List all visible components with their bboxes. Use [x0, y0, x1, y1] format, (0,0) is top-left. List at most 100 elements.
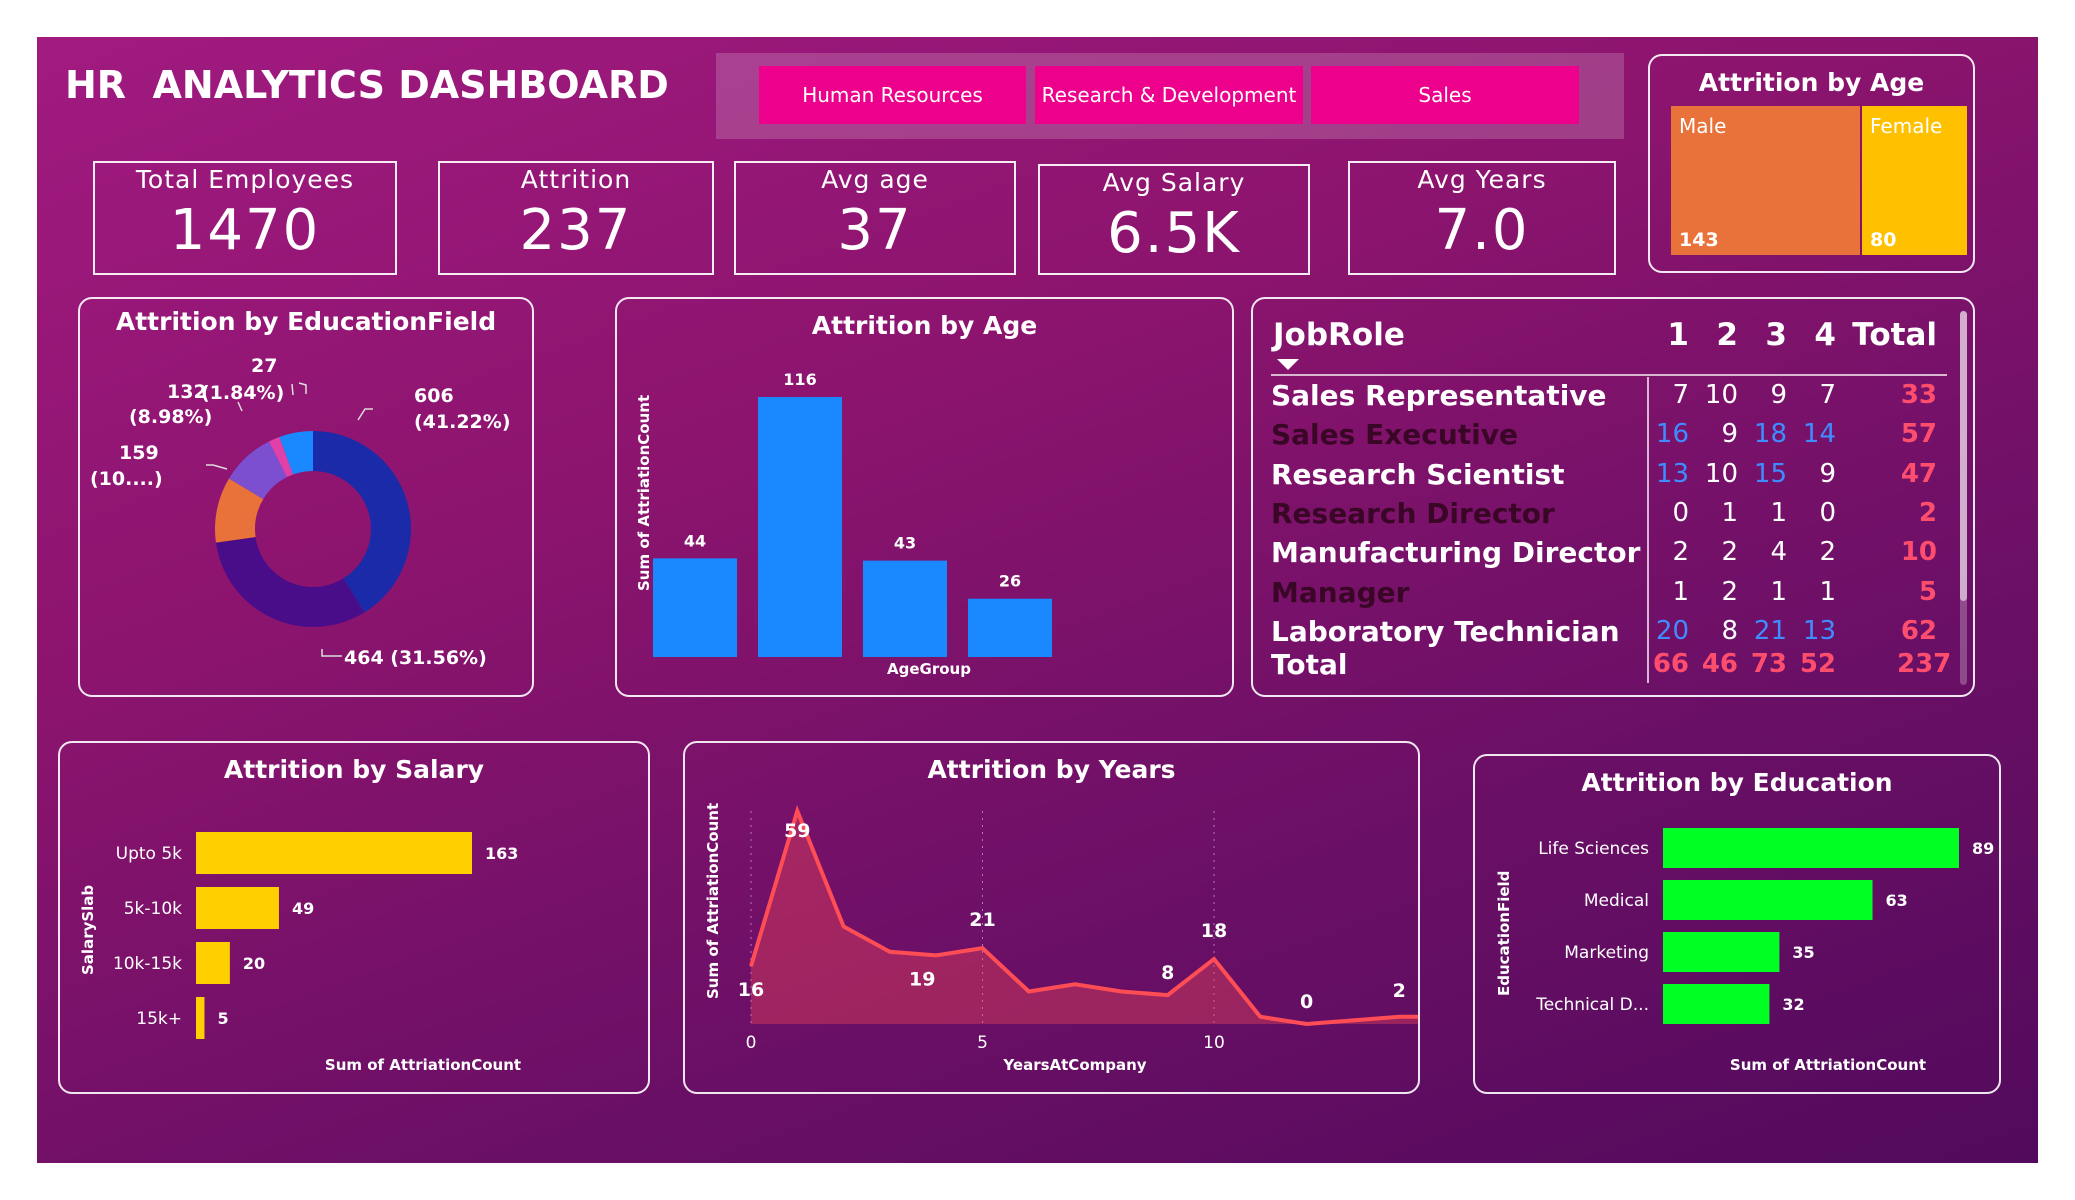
donut-slice[interactable] — [215, 537, 365, 627]
leader-line — [321, 649, 342, 657]
age-bar[interactable] — [758, 397, 842, 657]
kpi-label: Total Employees — [135, 165, 355, 194]
years-data-label: 2 — [1393, 980, 1406, 1002]
matrix-cell: 0 — [1819, 497, 1836, 528]
matrix-row-label[interactable]: Manufacturing Director — [1271, 536, 1640, 569]
years-data-label: 21 — [969, 909, 995, 931]
salary-category-label: 10k-15k — [113, 954, 182, 974]
slicer-button-sales[interactable]: Sales — [1311, 66, 1579, 124]
matrix-row-total: 5 — [1918, 576, 1937, 607]
matrix-row-label[interactable]: Research Director — [1271, 497, 1555, 530]
sort-arrow-icon[interactable] — [1277, 359, 1299, 370]
matrix-cell: 1 — [1819, 576, 1836, 607]
gender-treemap: Male 143 Female 80 — [1671, 106, 1969, 255]
education-value-label: 89 — [1972, 839, 1994, 858]
years-data-label: 0 — [1300, 991, 1313, 1013]
matrix-row-total: 2 — [1918, 497, 1937, 528]
matrix-header-jobrole: JobRole — [1273, 317, 1405, 353]
education-bar-chart: EducationField Sum of AttriationCount Li… — [1495, 828, 1994, 1074]
salary-value-label: 163 — [485, 844, 518, 863]
treemap-tile-label: Male — [1679, 114, 1727, 138]
matrix-total-label: Total — [1271, 648, 1348, 682]
matrix-cell: 2 — [1819, 537, 1836, 568]
education-bar[interactable] — [1663, 828, 1959, 868]
years-area-fill — [751, 811, 1418, 1024]
salary-bar[interactable] — [196, 942, 230, 984]
age-bar-chart: Sum of AttriationCount AgeGroup 44 116 43 2… — [635, 370, 1052, 678]
matrix-cell: 2 — [1721, 576, 1738, 607]
years-data-label: 8 — [1161, 962, 1174, 984]
gender-treemap-title: Attrition by Age — [1698, 68, 1925, 97]
treemap-tile-value: 143 — [1679, 229, 1719, 251]
donut-label: (8.98%) — [129, 406, 212, 428]
kpi-avg-salary: Avg Salary 6.5K — [1038, 164, 1310, 275]
matrix-total-cell: 73 — [1750, 649, 1787, 680]
education-bar[interactable] — [1663, 880, 1873, 920]
education-category-label: Technical D... — [1535, 995, 1649, 1015]
salary-x-axis-title: Sum of AttriationCount — [325, 1056, 521, 1074]
age-bar[interactable] — [968, 598, 1052, 657]
dashboard-canvas: HR ANALYTICS DASHBOARD Human Resources R… — [37, 37, 2038, 1163]
slicer-button-research-development[interactable]: Research & Development — [1035, 66, 1303, 124]
matrix-total-cell: 52 — [1799, 649, 1836, 680]
salary-value-label: 5 — [217, 1009, 228, 1028]
education-y-axis-title: EducationField — [1495, 871, 1513, 996]
matrix-scrollbar[interactable] — [1960, 311, 1967, 685]
salary-bar[interactable] — [196, 997, 205, 1039]
matrix-cell: 9 — [1819, 458, 1836, 489]
salary-bar[interactable] — [196, 832, 472, 874]
salary-category-label: Upto 5k — [116, 844, 183, 864]
jobrole-matrix: JobRole 1 2 3 4 Total Sales Representati… — [1271, 311, 1951, 691]
education-bar[interactable] — [1663, 984, 1770, 1024]
slicer-button-human-resources[interactable]: Human Resources — [759, 66, 1026, 124]
matrix-row-label[interactable]: Sales Executive — [1271, 418, 1518, 451]
age-bar-label: 43 — [894, 534, 916, 553]
education-x-axis-title: Sum of AttriationCount — [1730, 1056, 1926, 1074]
dashboard-title: HR ANALYTICS DASHBOARD — [65, 63, 669, 107]
treemap-tile-female[interactable]: Female 80 — [1862, 106, 1967, 255]
leader-line — [298, 382, 307, 394]
years-y-axis-title: Sum of AttriationCount — [704, 803, 722, 999]
matrix-cell: 21 — [1753, 615, 1787, 646]
matrix-row-label[interactable]: Manager — [1271, 576, 1409, 609]
kpi-label: Attrition — [520, 165, 632, 194]
donut-label: 464 (31.56%) — [344, 647, 487, 669]
matrix-cell: 1 — [1672, 576, 1689, 607]
donut-label: 159 — [119, 442, 159, 464]
years-data-label: 19 — [909, 968, 935, 990]
matrix-total-cell: 237 — [1897, 649, 1952, 680]
treemap-tile-male[interactable]: Male 143 — [1671, 106, 1860, 255]
matrix-cell: 2 — [1672, 537, 1689, 568]
matrix-cell: 1 — [1721, 497, 1738, 528]
years-data-label: 59 — [784, 820, 810, 842]
salary-bar[interactable] — [196, 887, 279, 929]
years-x-axis-title: YearsAtCompany — [1002, 1056, 1146, 1074]
matrix-row-total: 10 — [1900, 537, 1937, 568]
education-category-label: Medical — [1584, 891, 1649, 911]
kpi-value: 6.5K — [1107, 201, 1241, 266]
age-bar[interactable] — [653, 558, 737, 657]
matrix-cell: 15 — [1753, 458, 1787, 489]
leader-line — [291, 383, 294, 396]
matrix-total-cell: 66 — [1652, 649, 1689, 680]
kpi-total-employees: Total Employees 1470 — [93, 161, 397, 275]
matrix-cell: 13 — [1802, 615, 1836, 646]
attrition-by-salary-card: Attrition by Salary SalarySlab Sum of At… — [58, 741, 650, 1094]
matrix-row-label[interactable]: Sales Representative — [1271, 379, 1607, 412]
attrition-by-educationfield-card: Attrition by EducationField 606 (41.22%)… — [78, 297, 534, 697]
matrix-row-label[interactable]: Laboratory Technician — [1271, 615, 1620, 648]
matrix-cell: 7 — [1672, 380, 1689, 410]
department-slicer: Human Resources Research & Development S… — [716, 53, 1624, 139]
education-bar[interactable] — [1663, 932, 1780, 972]
matrix-row-label[interactable]: Research Scientist — [1271, 458, 1565, 491]
age-y-axis-title: Sum of AttriationCount — [635, 395, 653, 591]
age-bar[interactable] — [863, 560, 947, 657]
education-value-label: 63 — [1886, 891, 1908, 910]
age-bar-label: 116 — [783, 370, 816, 389]
matrix-row-total: 57 — [1900, 419, 1937, 450]
education-field-donut-chart: 606 (41.22%) 464 (31.56%) 159 (10....) 1… — [90, 355, 511, 669]
kpi-value: 1470 — [169, 198, 321, 263]
matrix-cell: 16 — [1655, 419, 1689, 450]
matrix-scrollbar-thumb[interactable] — [1960, 311, 1967, 601]
education-value-label: 35 — [1792, 943, 1814, 962]
